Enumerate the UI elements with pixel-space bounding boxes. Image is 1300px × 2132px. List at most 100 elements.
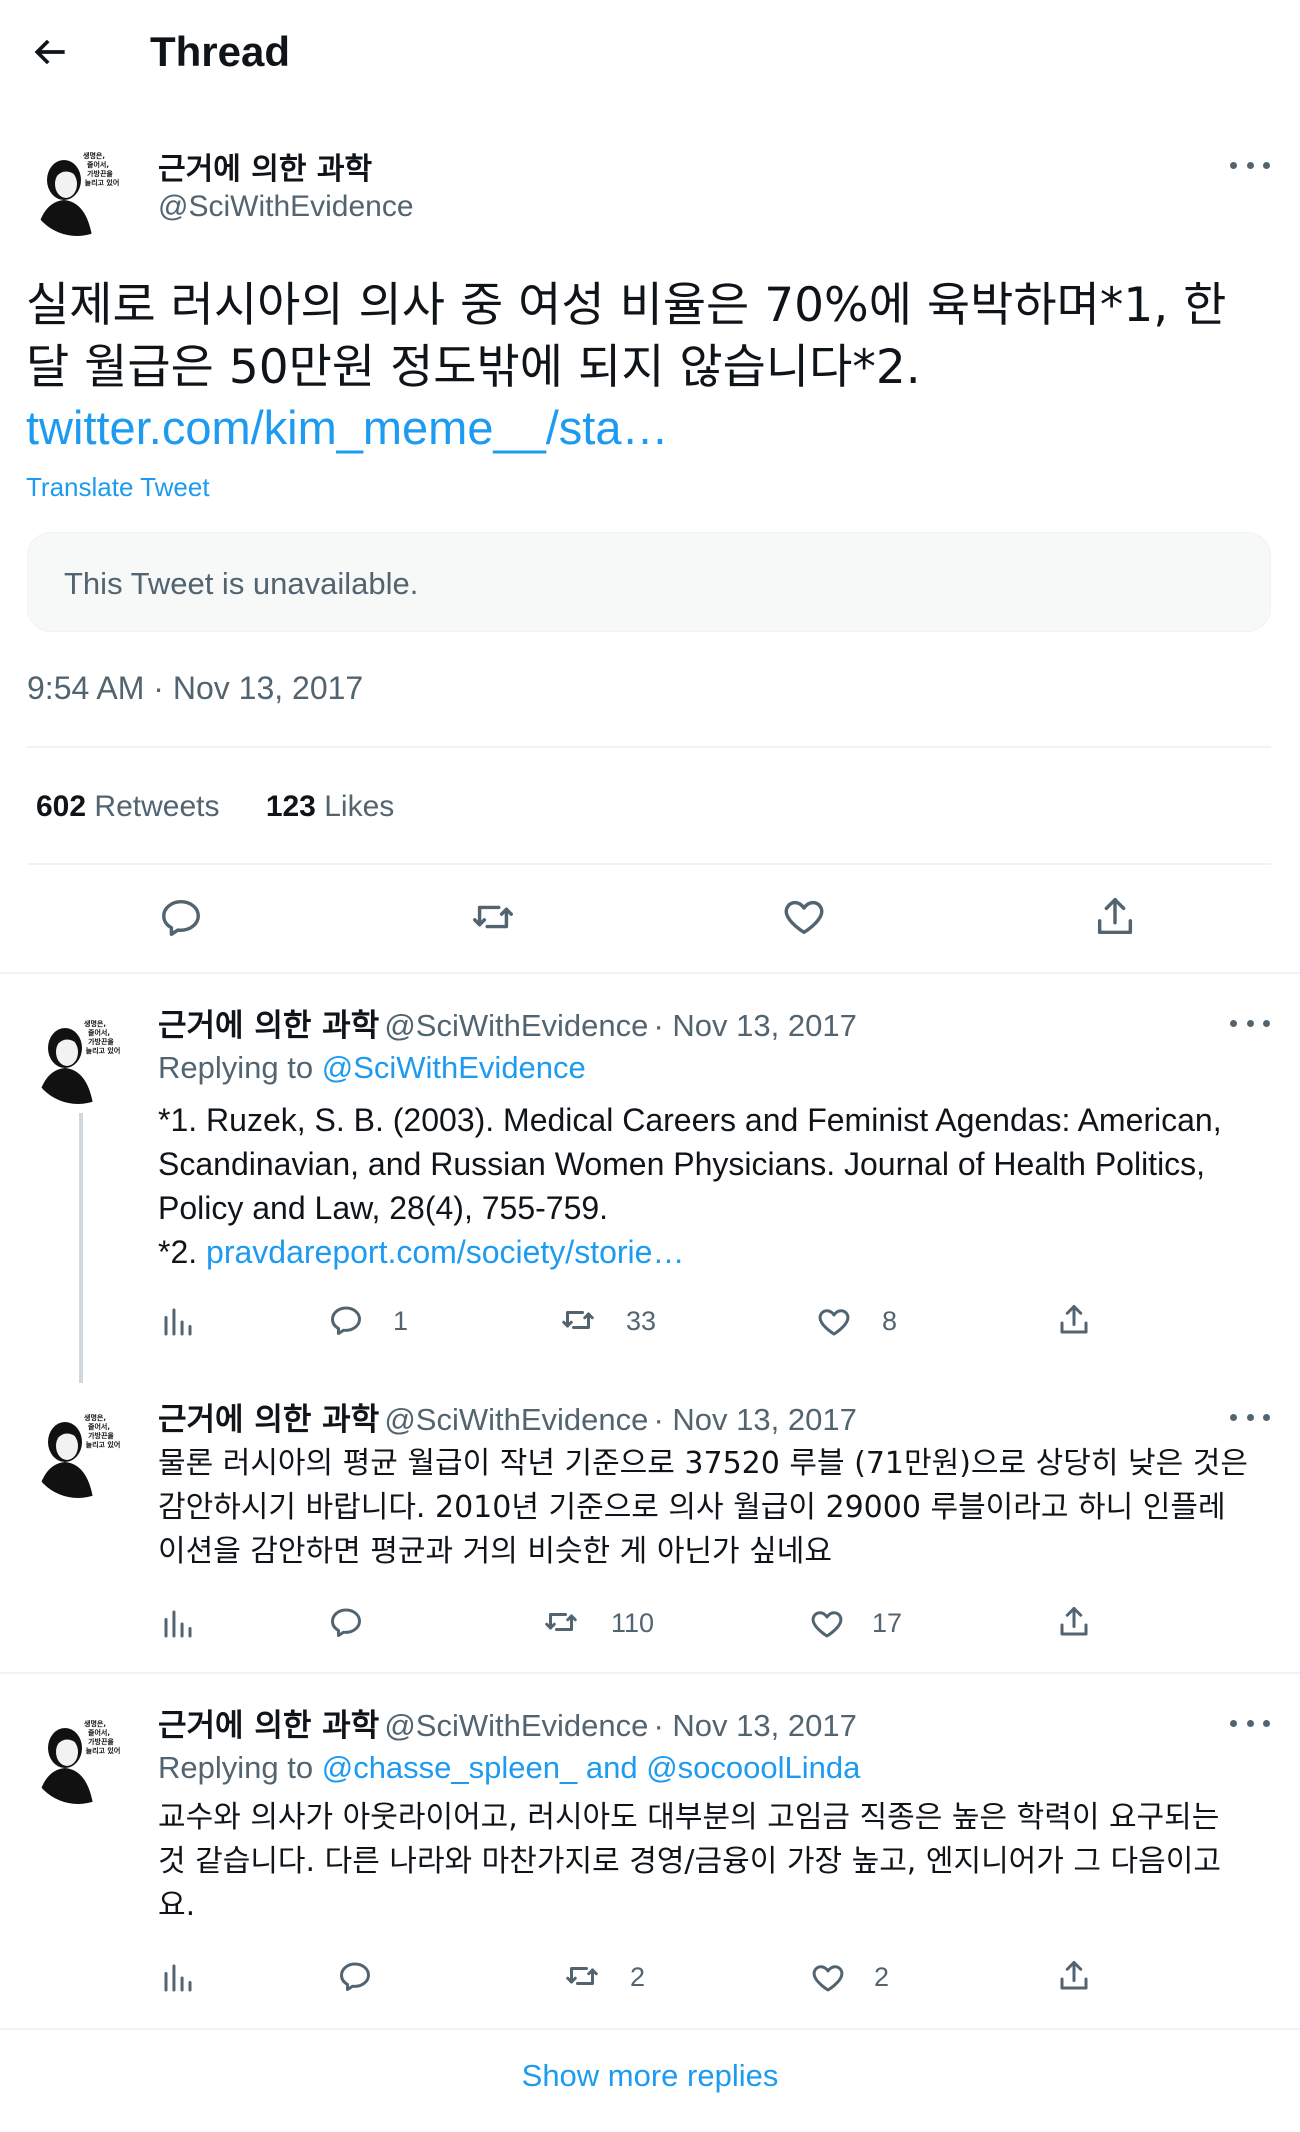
retweet-button[interactable] xyxy=(564,1958,600,1994)
heart-icon xyxy=(784,900,824,935)
share-button[interactable] xyxy=(1056,1302,1092,1338)
reply-text-line: 요. xyxy=(158,1888,196,1923)
author-name[interactable]: 근거에 의한 과학 xyxy=(158,1708,379,1744)
tweet-timestamp[interactable]: 9:54 AM · Nov 13, 2017 xyxy=(27,670,363,707)
share-button[interactable] xyxy=(1056,1604,1092,1640)
arrow-left-icon xyxy=(34,39,65,65)
avatar[interactable]: 생명은, 줄어서, 가방끈을 늘리고 있어 xyxy=(29,1706,127,1804)
share-icon xyxy=(1060,1607,1088,1636)
more-options-icon[interactable] xyxy=(1230,155,1270,175)
replying-to-handle[interactable]: @SciWithEvidence xyxy=(322,1050,586,1085)
author-handle[interactable]: @SciWithEvidence xyxy=(158,190,414,224)
reply-text-line: *2. xyxy=(158,1234,198,1270)
replying-to-prefix: Replying to xyxy=(158,1050,314,1085)
like-count: 17 xyxy=(872,1608,903,1638)
reply-text-line: Policy and Law, 28(4), 755-759. xyxy=(158,1190,609,1226)
retweet-button[interactable] xyxy=(543,1604,579,1640)
reply-button[interactable] xyxy=(328,1604,364,1640)
reply-header: 근거에 의한 과학 @SciWithEvidence · Nov 13, 201… xyxy=(158,1000,857,1045)
retweet-icon xyxy=(545,1613,577,1631)
retweet-button[interactable] xyxy=(560,1302,596,1338)
replying-to-prefix: Replying to xyxy=(158,1750,314,1785)
replying-to: Replying to @SciWithEvidence xyxy=(158,1050,586,1086)
avatar-illustration: 생명은, 줄어서, 가방끈을 늘리고 있어 xyxy=(29,1706,127,1804)
tweet-stats: 602 Retweets 123 Likes xyxy=(36,790,432,824)
avatar-illustration: 생명은, 줄어서, 가방끈을 늘리고 있어 xyxy=(28,138,126,236)
author-name[interactable]: 근거에 의한 과학 xyxy=(158,1402,379,1438)
replying-to-handle[interactable]: @chasse_spleen_ and @socooolLinda xyxy=(322,1750,861,1785)
share-icon xyxy=(1060,1305,1088,1334)
reply-header: 근거에 의한 과학 @SciWithEvidence · Nov 13, 201… xyxy=(158,1700,857,1745)
like-button[interactable] xyxy=(810,1960,846,1996)
share-button[interactable] xyxy=(1092,894,1138,940)
thread-connector-line xyxy=(79,1113,83,1383)
analytics-icon xyxy=(164,1610,192,1638)
reply-text-line: 감안하시기 바랍니다. 2010년 기준으로 의사 월급이 29000 루블이라… xyxy=(158,1490,1226,1525)
like-button[interactable] xyxy=(816,1304,852,1340)
reply-header: 근거에 의한 과학 @SciWithEvidence · Nov 13, 201… xyxy=(158,1394,857,1439)
svg-text:늘리고 있어: 늘리고 있어 xyxy=(86,1046,121,1055)
reply-button[interactable] xyxy=(337,1958,373,1994)
reply-text-line: *1. Ruzek, S. B. (2003). Medical Careers… xyxy=(158,1102,1222,1138)
translate-tweet-link[interactable]: Translate Tweet xyxy=(26,472,210,503)
tweet-text: 실제로 러시아의 의사 중 여성 비율은 70%에 육박하며*1, 한 달 월급… xyxy=(26,278,1227,395)
retweets-label[interactable]: Retweets xyxy=(94,790,219,823)
reply-text-line: 것 같습니다. 다른 나라와 마찬가지로 경영/금융이 가장 높고, 엔지니어가… xyxy=(158,1844,1221,1879)
like-button[interactable] xyxy=(809,1606,845,1642)
retweets-count[interactable]: 602 xyxy=(36,790,86,823)
more-options-icon[interactable] xyxy=(1230,1713,1270,1733)
author-handle[interactable]: @SciWithEvidence xyxy=(384,1708,648,1743)
avatar[interactable]: 생명은, 줄어서, 가방끈을 늘리고 있어 xyxy=(29,1400,127,1498)
divider xyxy=(0,1672,1300,1674)
retweet-button[interactable] xyxy=(470,894,516,940)
likes-label[interactable]: Likes xyxy=(324,790,394,823)
analytics-button[interactable] xyxy=(160,1304,196,1340)
likes-count[interactable]: 123 xyxy=(266,790,316,823)
reply-icon xyxy=(162,899,200,936)
avatar[interactable]: 생명은, 줄어서, 가방끈을 늘리고 있어 xyxy=(28,138,126,236)
svg-text:가방끈을: 가방끈을 xyxy=(87,169,113,178)
tweet-link[interactable]: twitter.com/kim_meme__/sta… xyxy=(26,400,669,455)
svg-text:늘리고 있어: 늘리고 있어 xyxy=(85,178,120,187)
reply-text: *1. Ruzek, S. B. (2003). Medical Careers… xyxy=(158,1098,1268,1274)
divider xyxy=(27,746,1271,748)
author-name[interactable]: 근거에 의한 과학 xyxy=(158,144,372,188)
reply-icon xyxy=(331,1306,361,1335)
analytics-icon xyxy=(164,1308,192,1336)
reply-date[interactable]: · Nov 13, 2017 xyxy=(653,1402,856,1437)
reply-button[interactable] xyxy=(158,894,204,940)
svg-text:줄어서,: 줄어서, xyxy=(88,1028,110,1037)
analytics-button[interactable] xyxy=(160,1606,196,1642)
more-options-icon[interactable] xyxy=(1230,1407,1270,1427)
retweet-count: 110 xyxy=(611,1608,655,1638)
svg-text:생명은,: 생명은, xyxy=(84,1413,106,1422)
page-title: Thread xyxy=(150,28,291,75)
reply-date[interactable]: · Nov 13, 2017 xyxy=(653,1008,856,1043)
more-options-icon[interactable] xyxy=(1230,1013,1270,1033)
analytics-icon xyxy=(164,1964,192,1992)
reply-link[interactable]: pravdareport.com/society/storie… xyxy=(206,1234,684,1270)
divider xyxy=(27,863,1271,865)
retweet-count: 2 xyxy=(630,1962,646,1992)
svg-text:가방끈을: 가방끈을 xyxy=(88,1037,114,1046)
reply-date[interactable]: · Nov 13, 2017 xyxy=(653,1708,856,1743)
svg-text:생명은,: 생명은, xyxy=(84,1019,106,1028)
like-count: 2 xyxy=(874,1962,890,1992)
author-handle[interactable]: @SciWithEvidence xyxy=(384,1402,648,1437)
retweet-icon xyxy=(473,905,513,929)
author-name[interactable]: 근거에 의한 과학 xyxy=(158,1008,379,1044)
like-button[interactable] xyxy=(781,894,827,940)
share-icon xyxy=(1097,898,1133,935)
share-button[interactable] xyxy=(1056,1958,1092,1994)
author-handle[interactable]: @SciWithEvidence xyxy=(384,1008,648,1043)
reply-button[interactable] xyxy=(328,1302,364,1338)
like-count: 8 xyxy=(882,1306,898,1336)
reply-count: 1 xyxy=(393,1306,409,1336)
back-button[interactable] xyxy=(28,30,72,74)
avatar[interactable]: 생명은, 줄어서, 가방끈을 늘리고 있어 xyxy=(29,1006,127,1104)
show-more-replies-button[interactable]: Show more replies xyxy=(0,2058,1300,2094)
replying-to: Replying to @chasse_spleen_ and @socoool… xyxy=(158,1750,860,1786)
reply-text-line: 물론 러시아의 평균 월급이 작년 기준으로 37520 루블 (71만원)으로… xyxy=(158,1446,1248,1481)
reply-text-line: Scandinavian, and Russian Women Physicia… xyxy=(158,1146,1206,1182)
analytics-button[interactable] xyxy=(160,1960,196,1996)
